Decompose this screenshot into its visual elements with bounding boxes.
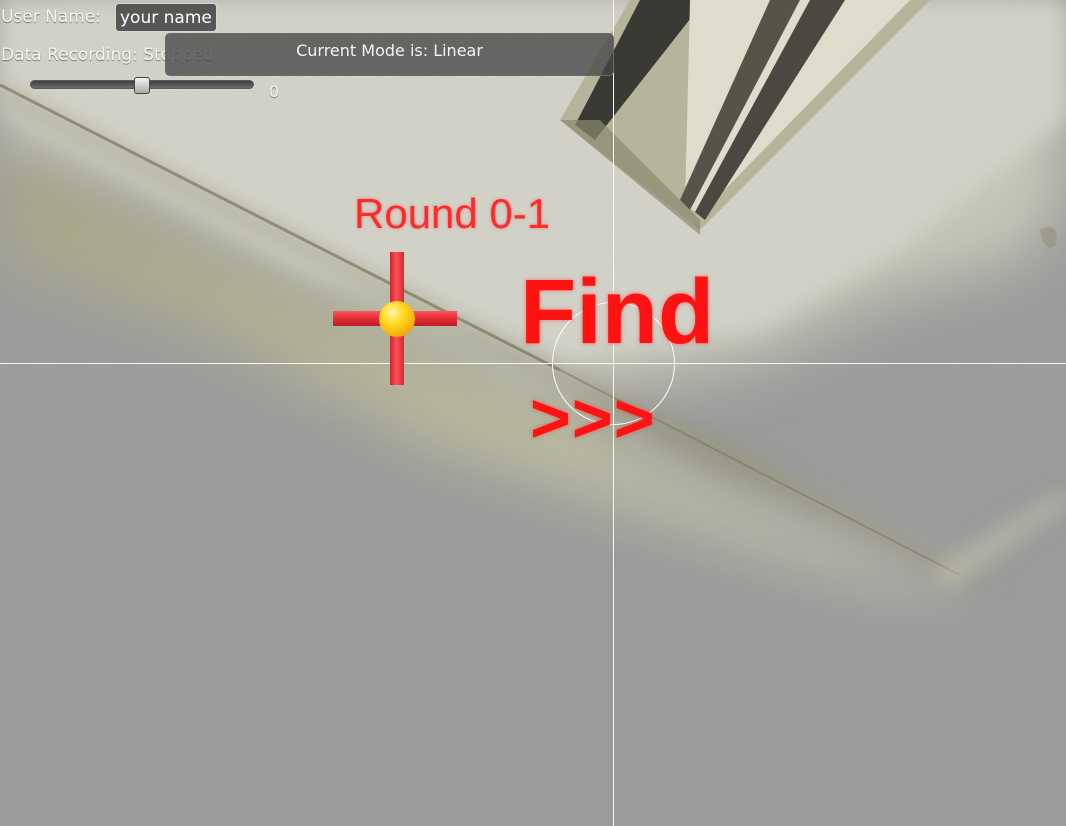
direction-arrows: >>>	[530, 379, 656, 457]
round-label: Round 0-1	[354, 190, 551, 237]
crosshair-horizontal-line	[0, 363, 1066, 364]
mode-panel: Current Mode is: Linear	[165, 33, 614, 76]
user-name-input[interactable]	[115, 3, 217, 32]
current-mode-label: Current Mode is: Linear	[296, 41, 483, 60]
slider-value-label: 0	[269, 82, 280, 101]
find-prompt: Find	[520, 261, 715, 363]
target-sphere-icon	[379, 301, 415, 337]
slider-thumb[interactable]	[134, 77, 150, 94]
user-name-label: User Name:	[1, 7, 102, 27]
